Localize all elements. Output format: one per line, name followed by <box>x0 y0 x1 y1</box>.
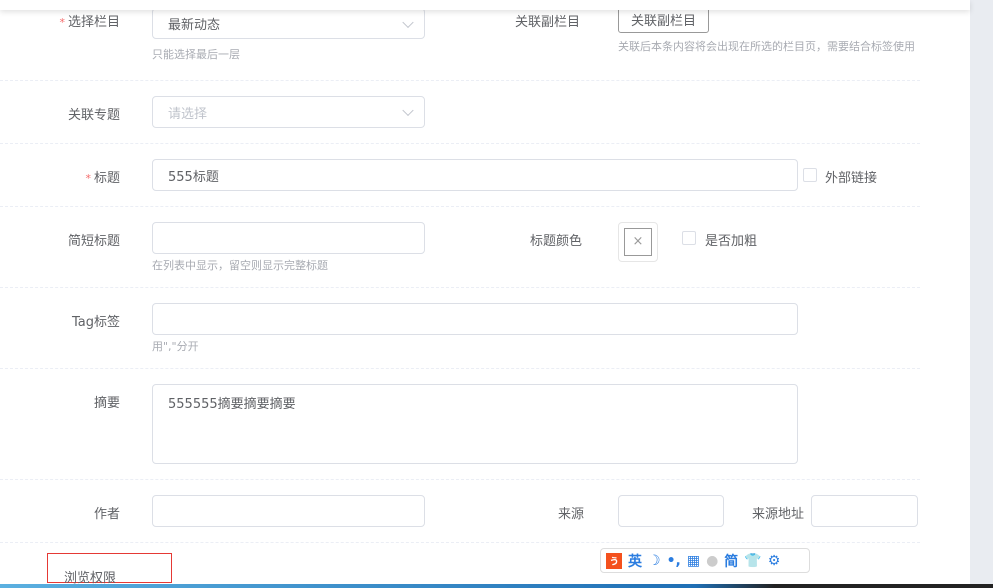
short-title-hint: 在列表中显示，留空则显示完整标题 <box>152 259 328 272</box>
scrollbar-track[interactable] <box>970 0 993 584</box>
skin-shirt-icon[interactable]: 👕 <box>744 553 761 569</box>
chevron-down-icon <box>402 104 414 117</box>
column-select[interactable]: 最新动态 <box>152 8 425 39</box>
color-picker[interactable]: × <box>618 222 658 262</box>
moon-icon[interactable]: ☽ <box>648 553 661 569</box>
user-icon[interactable]: ● <box>706 553 718 569</box>
source-url-input[interactable] <box>811 495 918 527</box>
top-header <box>0 0 970 10</box>
summary-textarea[interactable]: 555555摘要摘要摘要 <box>152 384 798 464</box>
column-hint: 只能选择最后一层 <box>152 48 240 61</box>
gear-icon[interactable]: ⚙ <box>768 553 781 569</box>
sogou-logo-icon[interactable]: ぅ <box>606 552 622 569</box>
column-label: * 选择栏目 <box>59 15 120 30</box>
short-title-label: 简短标题 <box>67 234 120 249</box>
source-label: 来源 <box>558 507 585 522</box>
chevron-down-icon <box>402 16 414 28</box>
sub-column-label: 关联副栏目 <box>515 15 581 30</box>
author-label: 作者 <box>93 507 120 522</box>
divider <box>0 542 920 543</box>
view-permission-highlight: 浏览权限 <box>47 553 172 586</box>
external-link-checkbox[interactable] <box>803 168 817 182</box>
divider <box>0 287 920 288</box>
short-title-input[interactable] <box>152 222 425 254</box>
sub-column-button[interactable]: 关联副栏目 <box>618 6 710 33</box>
bold-checkbox[interactable] <box>682 231 696 245</box>
topic-select[interactable]: 请选择 <box>152 96 425 128</box>
external-link-label: 外部链接 <box>825 171 878 186</box>
ime-simplified-toggle[interactable]: 简 <box>724 551 738 571</box>
punctuation-icon[interactable]: •, <box>667 553 681 569</box>
summary-label: 摘要 <box>93 396 120 411</box>
divider <box>0 206 920 207</box>
divider <box>0 368 920 369</box>
source-input[interactable] <box>618 495 724 527</box>
title-color-label: 标题颜色 <box>530 234 583 249</box>
taskbar <box>0 584 993 588</box>
bold-label: 是否加粗 <box>705 234 758 249</box>
divider <box>0 479 920 480</box>
title-input[interactable]: 555标题 <box>152 159 798 191</box>
author-input[interactable] <box>152 495 425 527</box>
close-icon: × <box>624 228 652 256</box>
topic-label: 关联专题 <box>67 108 120 123</box>
divider <box>0 143 920 144</box>
tags-hint: 用","分开 <box>152 340 199 353</box>
divider <box>0 80 920 81</box>
keyboard-icon[interactable]: ▦ <box>687 553 700 569</box>
sub-column-hint: 关联后本条内容将会出现在所选的栏目页，需要结合标签使用 <box>618 40 915 53</box>
title-label: * 标题 <box>85 171 120 186</box>
tags-input[interactable] <box>152 303 798 335</box>
ime-toolbar: ぅ 英 ☽ •, ▦ ● 简 👕 ⚙ <box>600 548 810 573</box>
tags-label: Tag标签 <box>71 315 120 330</box>
ime-language-toggle[interactable]: 英 <box>628 551 642 571</box>
source-url-label: 来源地址 <box>752 507 805 522</box>
